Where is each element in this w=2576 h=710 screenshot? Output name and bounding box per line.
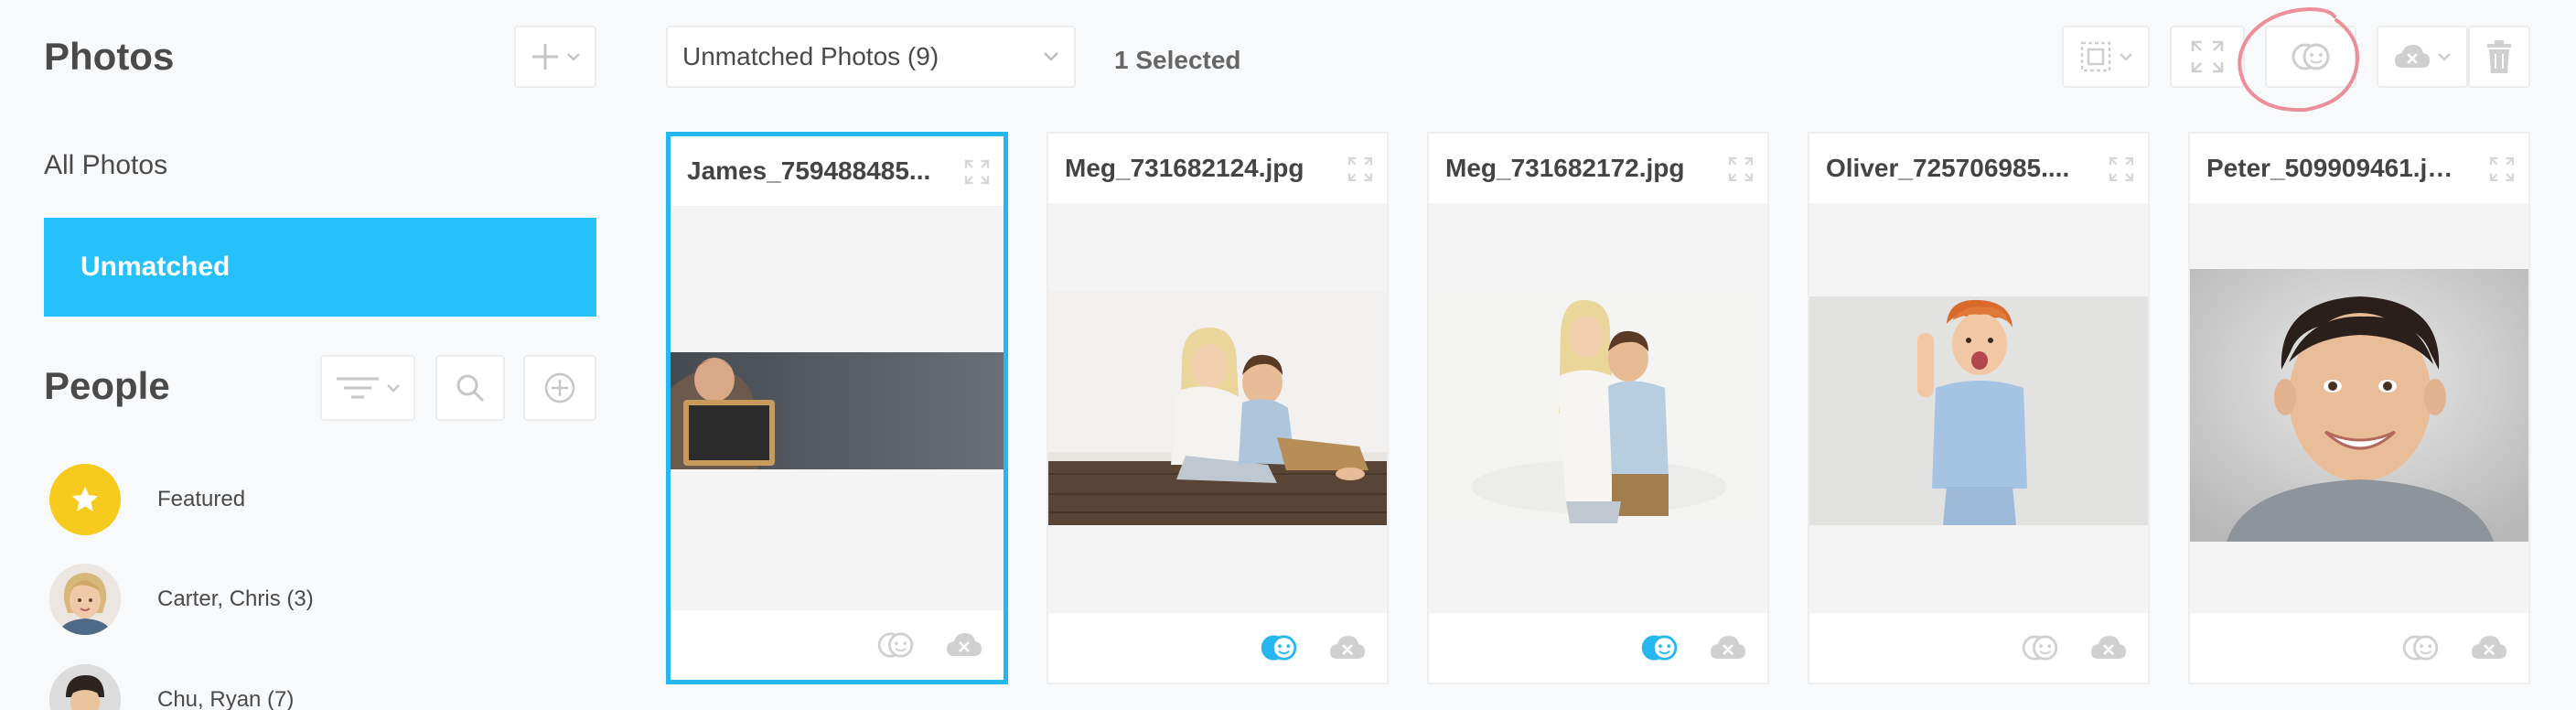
- delete-button[interactable]: [2468, 26, 2530, 88]
- photo-filename: James_759488485...: [687, 156, 931, 185]
- people-title: People: [44, 364, 170, 407]
- expand-icon[interactable]: [2108, 156, 2135, 183]
- people-filter-button[interactable]: [320, 355, 415, 421]
- photo-card[interactable]: Meg_731682172.jpg: [1427, 132, 1769, 684]
- expand-icon[interactable]: [2488, 156, 2516, 183]
- photo-card[interactable]: Oliver_725706985....: [1808, 132, 2150, 684]
- photo-area: [1048, 203, 1387, 613]
- sidebar-title: Photos: [44, 35, 175, 78]
- card-header: Peter_509909461.jpg: [2190, 134, 2528, 203]
- album-select[interactable]: Unmatched Photos (9): [666, 26, 1076, 88]
- select-mode-button[interactable]: [2062, 26, 2150, 88]
- match-faces-icon[interactable]: [2400, 634, 2441, 662]
- photo-filename: Peter_509909461.jpg: [2206, 154, 2457, 182]
- card-footer: [1809, 613, 2148, 683]
- match-faces-icon[interactable]: [1259, 634, 1299, 662]
- card-footer: [1048, 613, 1387, 683]
- cloud-remove-button[interactable]: [2377, 26, 2468, 88]
- cloud-remove-icon[interactable]: [2470, 633, 2508, 662]
- photo-image: [1429, 295, 1767, 523]
- card-header: Meg_731682124.jpg: [1048, 134, 1387, 203]
- match-faces-icon[interactable]: [875, 631, 916, 659]
- photo-area: [1429, 203, 1767, 613]
- avatar: [49, 564, 121, 635]
- person-item-featured[interactable]: Featured: [49, 464, 562, 535]
- cloud-remove-icon[interactable]: [1328, 633, 1367, 662]
- chevron-down-icon: [2438, 53, 2451, 61]
- plus-icon: [532, 44, 558, 70]
- search-icon: [456, 374, 485, 403]
- match-faces-icon[interactable]: [1639, 634, 1680, 662]
- child-portrait: [49, 664, 121, 710]
- photo-card[interactable]: Meg_731682124.jpg: [1046, 132, 1389, 684]
- add-circle-icon: [544, 372, 575, 403]
- person-item-chu-ryan[interactable]: Chu, Ryan (7): [49, 664, 562, 710]
- star-icon: [71, 486, 99, 511]
- trash-icon: [2487, 40, 2511, 73]
- photo-image: [2190, 269, 2528, 542]
- card-header: James_759488485...: [671, 136, 1004, 206]
- card-header: Oliver_725706985....: [1809, 134, 2148, 203]
- card-footer: [2190, 613, 2528, 683]
- card-header: Meg_731682172.jpg: [1429, 134, 1767, 203]
- person-name: Chu, Ryan (7): [157, 687, 295, 710]
- child-portrait: [49, 564, 121, 635]
- select-frame-icon: [2080, 41, 2111, 72]
- chevron-down-icon: [567, 53, 580, 61]
- photo-image: [1048, 291, 1387, 525]
- photo-area: [1809, 203, 2148, 613]
- expand-icon[interactable]: [1727, 156, 1755, 183]
- photo-card[interactable]: Peter_509909461.jpg: [2188, 132, 2530, 684]
- photo-area: [2190, 203, 2528, 613]
- person-item-carter-chris[interactable]: Carter, Chris (3): [49, 564, 562, 635]
- annotation-circle: [2238, 6, 2359, 113]
- photo-image: [1809, 296, 2148, 525]
- nav-unmatched-label: Unmatched: [80, 252, 231, 282]
- card-footer: [671, 610, 1004, 680]
- add-person-button[interactable]: [523, 355, 596, 421]
- sidebar: Photos All Photos Unmatched People Featu…: [0, 0, 622, 710]
- add-photos-button[interactable]: [514, 26, 596, 88]
- expand-icon[interactable]: [1347, 156, 1374, 183]
- chevron-down-icon: [1044, 52, 1058, 61]
- person-name: Carter, Chris (3): [157, 586, 314, 611]
- cloud-remove-icon[interactable]: [2089, 633, 2128, 662]
- album-select-value: Unmatched Photos (9): [682, 42, 939, 70]
- selected-count: 1 Selected: [1114, 46, 1241, 74]
- featured-avatar: [49, 464, 121, 535]
- card-footer: [1429, 613, 1767, 683]
- photo-filename: Meg_731682124.jpg: [1065, 154, 1304, 182]
- expand-icon: [2191, 40, 2224, 73]
- expand-icon[interactable]: [963, 158, 991, 186]
- chevron-down-icon: [387, 384, 400, 393]
- photo-area: [671, 206, 1004, 610]
- avatar: [49, 664, 121, 710]
- photo-card[interactable]: James_759488485...: [666, 132, 1008, 684]
- people-search-button[interactable]: [435, 355, 505, 421]
- cloud-remove-icon[interactable]: [945, 630, 983, 660]
- chevron-down-icon: [2120, 53, 2132, 61]
- nav-unmatched[interactable]: Unmatched: [44, 218, 596, 317]
- photo-filename: Meg_731682172.jpg: [1445, 154, 1685, 182]
- cloud-remove-icon: [2395, 45, 2430, 68]
- filter-icon: [337, 377, 379, 399]
- nav-all-photos[interactable]: All Photos: [44, 150, 167, 181]
- photo-filename: Oliver_725706985....: [1826, 154, 2070, 182]
- photo-image: [671, 352, 1004, 469]
- cloud-remove-icon[interactable]: [1709, 633, 1747, 662]
- person-name: Featured: [157, 487, 246, 511]
- match-faces-icon[interactable]: [2020, 634, 2060, 662]
